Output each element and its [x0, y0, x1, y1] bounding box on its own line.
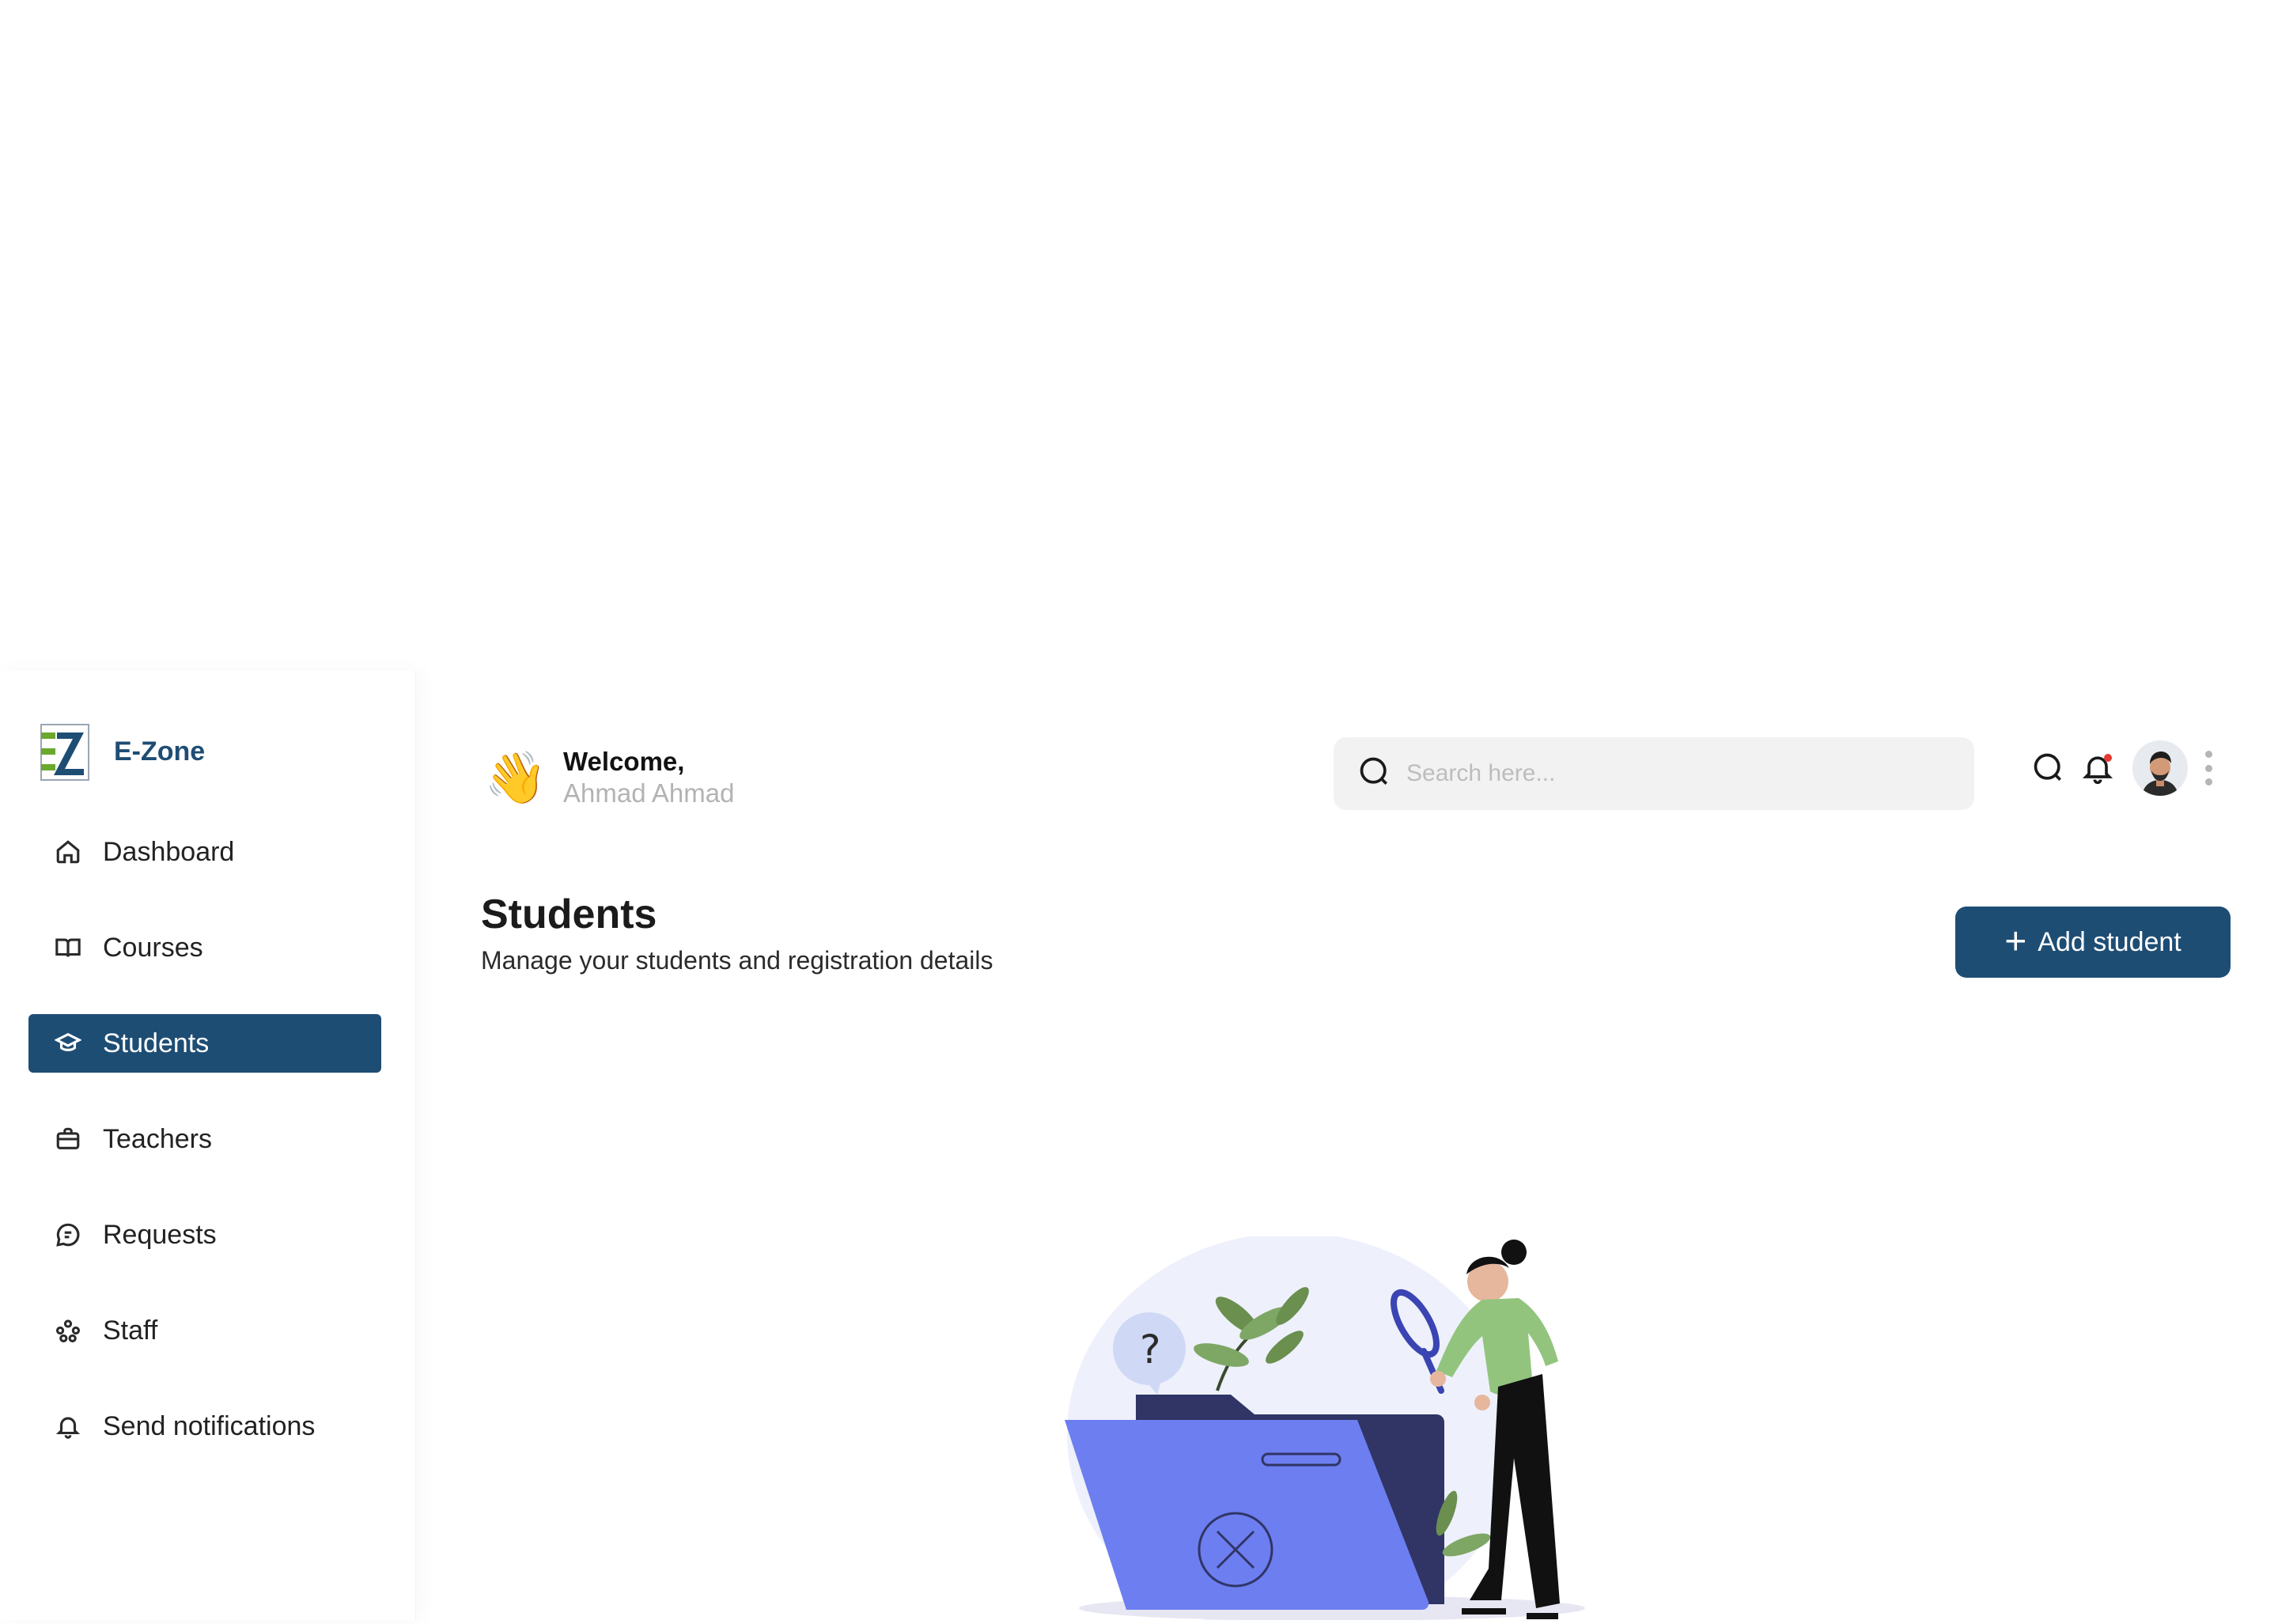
user-name: Ahmad Ahmad	[563, 778, 735, 808]
add-student-button[interactable]: + Add student	[1955, 907, 2231, 978]
sidebar-item-staff[interactable]: Staff	[28, 1301, 381, 1360]
sidebar-nav: Dashboard Courses Students Teachers Requ…	[28, 823, 381, 1493]
team-icon	[54, 1316, 82, 1345]
sidebar-item-dashboard[interactable]: Dashboard	[28, 823, 381, 881]
search-bar[interactable]	[1334, 737, 1974, 810]
briefcase-icon	[54, 1125, 82, 1153]
sidebar-item-requests[interactable]: Requests	[28, 1206, 381, 1264]
sidebar-item-label: Dashboard	[103, 836, 235, 867]
sidebar-item-courses[interactable]: Courses	[28, 918, 381, 977]
welcome-label: Welcome,	[563, 747, 685, 776]
page-title: Students	[481, 891, 657, 937]
more-vertical-icon[interactable]	[2202, 751, 2215, 786]
sidebar-item-label: Students	[103, 1028, 210, 1058]
search-icon	[1357, 755, 1392, 793]
page-subtitle: Manage your students and registration de…	[481, 946, 993, 975]
search-input[interactable]	[1406, 760, 1944, 787]
avatar[interactable]	[2132, 740, 2188, 796]
notification-dot	[2104, 754, 2112, 762]
brand[interactable]: E-Zone	[38, 718, 205, 785]
search-icon[interactable]	[2030, 749, 2068, 787]
plus-icon: +	[2004, 921, 2027, 963]
header-actions	[2030, 740, 2215, 796]
home-icon	[54, 838, 82, 866]
sidebar-item-send-notifications[interactable]: Send notifications	[28, 1397, 381, 1456]
blank-area	[0, 0, 2278, 671]
brand-name: E-Zone	[114, 736, 206, 767]
sidebar: E-Zone Dashboard Courses Students Teache…	[0, 671, 416, 1620]
waving-hand-icon: 👋	[484, 749, 547, 806]
sidebar-item-students[interactable]: Students	[28, 1014, 381, 1073]
page-header: Students Manage your students and regist…	[481, 891, 993, 975]
welcome-block: 👋 Welcome, Ahmad Ahmad	[484, 747, 734, 808]
notification-bell-icon[interactable]	[2079, 749, 2117, 787]
app-window: E-Zone Dashboard Courses Students Teache…	[0, 671, 2278, 1624]
empty-folder-search-illustration: ?	[1055, 1232, 1648, 1624]
sidebar-item-label: Staff	[103, 1315, 158, 1346]
ez-logo-icon	[38, 720, 92, 783]
book-icon	[54, 933, 82, 962]
chat-icon	[54, 1221, 82, 1249]
sidebar-item-teachers[interactable]: Teachers	[28, 1110, 381, 1168]
bell-icon	[54, 1412, 82, 1440]
main-content: 👋 Welcome, Ahmad Ahmad Search here... St…	[416, 671, 2278, 1624]
sidebar-item-label: Courses	[103, 932, 203, 963]
add-student-label: Add student	[2038, 926, 2182, 957]
sidebar-item-label: Send notifications	[103, 1410, 316, 1441]
graduation-cap-icon	[54, 1029, 82, 1058]
sidebar-item-label: Requests	[103, 1219, 217, 1250]
svg-text:?: ?	[1140, 1327, 1161, 1372]
sidebar-item-label: Teachers	[103, 1123, 212, 1154]
